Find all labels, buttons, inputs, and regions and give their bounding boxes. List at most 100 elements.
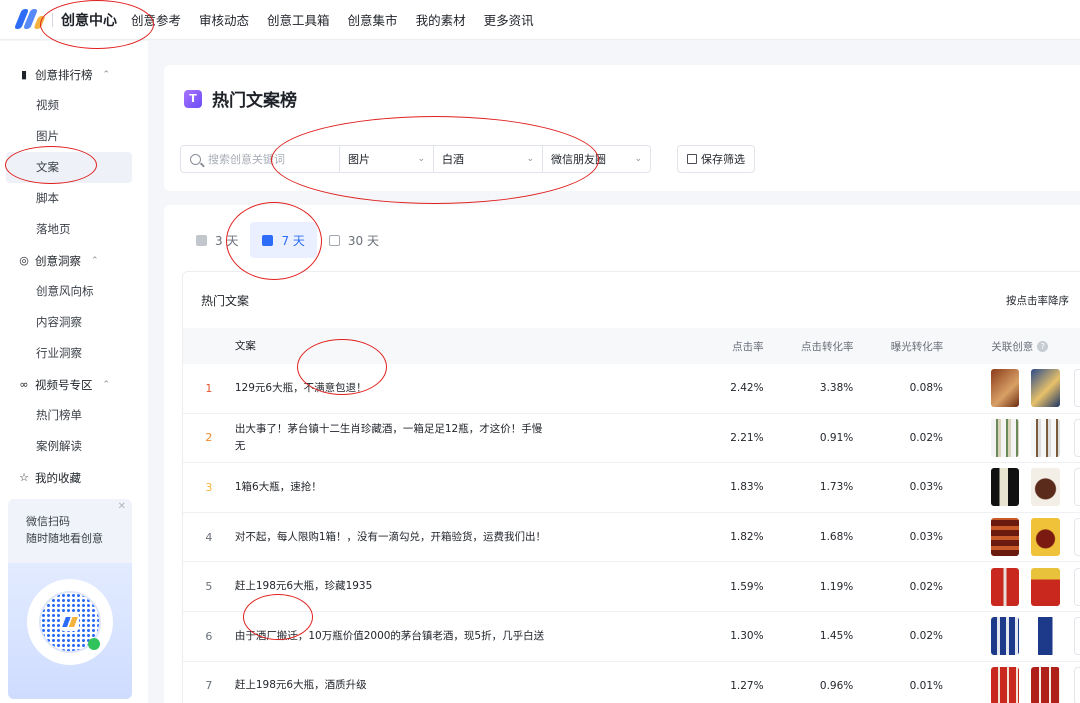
nav-link-more-news[interactable]: 更多资讯 <box>484 10 534 29</box>
sidebar-item-favorites[interactable]: ☆ 我的收藏 <box>0 462 148 493</box>
sidebar-item-script[interactable]: 脚本 <box>0 183 148 214</box>
creative-thumbnail[interactable] <box>1031 369 1060 408</box>
tab-30-days[interactable]: 30 天 <box>317 222 391 258</box>
sidebar-group-insight[interactable]: ◎ 创意洞察 ⌃ <box>0 245 148 276</box>
nav-link-market[interactable]: 创意集市 <box>348 10 398 29</box>
nav-link-reference[interactable]: 创意参考 <box>131 10 181 29</box>
table-row[interactable]: 1 129元6大瓶，不满意包退！ 2.42% 3.38% 0.08% 3··· <box>183 364 1080 414</box>
calendar-grid-icon <box>328 234 340 246</box>
chevron-down-icon: ⌄ <box>634 154 642 164</box>
brand-divider <box>52 12 53 27</box>
text-icon: T <box>184 89 202 108</box>
chevron-down-icon: ⌄ <box>417 154 425 164</box>
table-row[interactable]: 6 由于酒厂搬迁，10万瓶价值2000的茅台镇老酒，现5折，几乎白送 1.30%… <box>183 612 1080 662</box>
more-creatives-button[interactable]: 3··· <box>1073 468 1080 507</box>
table-row[interactable]: 5 赶上198元6大瓶，珍藏1935 1.59% 1.19% 0.02% 7··… <box>183 562 1080 612</box>
table-row[interactable]: 2 出大事了！茅台镇十二生肖珍藏酒，一箱足足12瓶，才这价！手慢无 2.21% … <box>183 414 1080 464</box>
creative-thumbnail[interactable] <box>1031 567 1060 606</box>
creative-thumbnail[interactable] <box>990 369 1020 408</box>
creative-thumbnail[interactable] <box>990 617 1020 656</box>
creative-thumbnail[interactable] <box>990 666 1020 703</box>
sidebar-item-content-insight[interactable]: 内容洞察 <box>0 307 148 338</box>
more-creatives-button[interactable]: 3··· <box>1073 369 1080 408</box>
compass-icon: ◎ <box>19 254 29 267</box>
creative-thumbnail[interactable] <box>1031 418 1060 457</box>
creative-thumbnail[interactable] <box>990 468 1020 507</box>
search-icon <box>190 153 201 165</box>
col-copy: 文案 <box>234 339 256 352</box>
table-row[interactable]: 3 1箱6大瓶，速抢！ 1.83% 1.73% 0.03% 3··· <box>183 463 1080 513</box>
logo-icon[interactable] <box>13 8 46 31</box>
close-icon[interactable]: ✕ <box>118 501 126 512</box>
col-cvr[interactable]: 点击转化率 <box>764 339 854 354</box>
sort-dropdown[interactable]: 按点击率降序 <box>1006 293 1069 308</box>
tab-3-days[interactable]: 3 天 <box>184 222 250 258</box>
sidebar-item-video[interactable]: 视频 <box>0 90 148 121</box>
page-title: T 热门文案榜 <box>184 86 297 111</box>
search-input[interactable]: 搜索创意关键词 <box>180 145 340 173</box>
star-icon: ☆ <box>19 471 29 484</box>
qr-line-1: 微信扫码 <box>26 515 70 528</box>
sidebar-item-landing[interactable]: 落地页 <box>0 214 148 245</box>
creative-thumbnail[interactable] <box>1031 468 1060 507</box>
placement-select[interactable]: 微信朋友圈 ⌄ <box>543 145 651 173</box>
sidebar: ▮ 创意排行榜 ⌃ 视频 图片 文案 脚本 落地页 ◎ 创意洞察 ⌃ 创意风向标… <box>0 41 148 703</box>
qr-line-2: 随时随地看创意 <box>26 532 103 545</box>
chevron-up-icon: ⌃ <box>91 255 99 266</box>
help-icon[interactable]: ? <box>1037 340 1049 352</box>
save-icon <box>687 154 697 164</box>
table-row[interactable]: 4 对不起，每人限购1箱！，没有一滴勾兑，开箱验货，运费我们出！ 1.82% 1… <box>183 513 1080 563</box>
filter-panel: T 热门文案榜 搜索创意关键词 图片 ⌄ 白酒 ⌄ 微信朋友圈 ⌄ 保存筛选 <box>164 65 1080 191</box>
more-creatives-button[interactable]: 7··· <box>1073 567 1080 606</box>
more-creatives-button[interactable]: 5··· <box>1073 518 1080 557</box>
more-creatives-button[interactable]: 3··· <box>1073 617 1080 656</box>
creative-thumbnail[interactable] <box>990 567 1020 606</box>
sidebar-item-hot-list[interactable]: 热门榜单 <box>0 400 148 431</box>
chevron-up-icon: ⌃ <box>102 69 111 80</box>
top-navigation: 创意中心 创意参考 审核动态 创意工具箱 创意集市 我的素材 更多资讯 <box>0 0 1080 40</box>
table-header-bar: 热门文案 按点击率降序 <box>183 272 1080 328</box>
bar-chart-icon: ▮ <box>20 68 28 81</box>
sidebar-item-copy[interactable]: 文案 <box>6 152 132 183</box>
col-related: 关联创意? <box>943 339 1080 354</box>
ranking-panel: 3 天 7 天 30 天 热门文案 按点击率降序 文案 点击率 点击转化率 曝光… <box>164 205 1080 703</box>
chevron-up-icon: ⌃ <box>102 379 111 390</box>
tab-7-days[interactable]: 7 天 <box>250 222 317 258</box>
save-filter-button[interactable]: 保存筛选 <box>677 145 755 173</box>
format-select[interactable]: 图片 ⌄ <box>340 145 434 173</box>
nav-link-review[interactable]: 审核动态 <box>199 10 249 29</box>
table-column-headers: 文案 点击率 点击转化率 曝光转化率 关联创意? <box>183 328 1080 364</box>
sidebar-item-industry-insight[interactable]: 行业洞察 <box>0 338 148 369</box>
col-ctr[interactable]: 点击率 <box>658 339 764 354</box>
industry-select[interactable]: 白酒 ⌄ <box>434 145 543 173</box>
creative-thumbnail[interactable] <box>990 418 1020 457</box>
creative-thumbnail[interactable] <box>1031 617 1060 656</box>
period-tabs: 3 天 7 天 30 天 <box>184 222 391 258</box>
creative-thumbnail[interactable] <box>990 518 1020 557</box>
nav-link-toolbox[interactable]: 创意工具箱 <box>267 10 330 29</box>
chevron-down-icon: ⌄ <box>526 154 534 164</box>
wechat-icon <box>88 638 100 650</box>
sidebar-group-ranking[interactable]: ▮ 创意排行榜 ⌃ <box>0 59 148 90</box>
filter-bar: 搜索创意关键词 图片 ⌄ 白酒 ⌄ 微信朋友圈 ⌄ 保存筛选 <box>180 145 755 173</box>
nav-link-my-assets[interactable]: 我的素材 <box>416 10 466 29</box>
more-creatives-button[interactable]: 6··· <box>1073 666 1080 703</box>
nav-links: 创意参考 审核动态 创意工具箱 创意集市 我的素材 更多资讯 <box>131 10 552 29</box>
sidebar-item-case-study[interactable]: 案例解读 <box>0 431 148 462</box>
qr-promo-card: ✕ 微信扫码 随时随地看创意 <box>8 499 132 699</box>
creative-thumbnail[interactable] <box>1031 666 1060 703</box>
infinity-icon: ∞ <box>19 378 29 391</box>
sidebar-item-trend[interactable]: 创意风向标 <box>0 276 148 307</box>
creative-thumbnail[interactable] <box>1031 518 1060 557</box>
calendar-icon <box>262 234 274 246</box>
sidebar-item-image[interactable]: 图片 <box>0 121 148 152</box>
copy-ranking-table: 热门文案 按点击率降序 文案 点击率 点击转化率 曝光转化率 关联创意? 1 1… <box>182 271 1080 703</box>
table-title: 热门文案 <box>201 293 250 308</box>
sidebar-group-channels[interactable]: ∞ 视频号专区 ⌃ <box>0 369 148 400</box>
col-exposure-cvr[interactable]: 曝光转化率 <box>853 339 944 354</box>
qr-logo-icon <box>61 613 79 631</box>
more-creatives-button[interactable]: 4··· <box>1073 418 1080 457</box>
calendar-icon <box>196 234 207 246</box>
table-row[interactable]: 7 赶上198元6大瓶，酒质升级 1.27% 0.96% 0.01% 6··· <box>183 662 1080 703</box>
brand-title[interactable]: 创意中心 <box>61 10 117 30</box>
